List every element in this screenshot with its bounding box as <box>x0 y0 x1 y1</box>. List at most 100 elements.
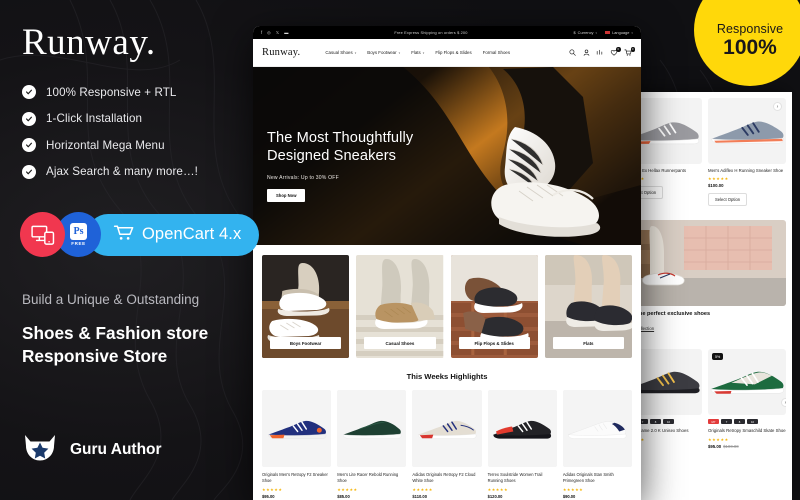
twitter-icon[interactable]: 𝕏 <box>276 30 279 35</box>
product-image <box>337 390 407 467</box>
nav-item-formal-shoes[interactable]: Formal Shoes <box>483 50 510 55</box>
check-icon <box>22 138 36 152</box>
size-swatch[interactable]: 10 <box>663 419 674 425</box>
product-card[interactable]: Adidas Originals Stan Smith Primegreen S… <box>562 390 633 499</box>
author-block: Guru Author <box>22 432 162 467</box>
product-image: 5% › <box>708 349 786 416</box>
feature-item: Ajax Search & many more…! <box>22 164 262 179</box>
tagline-subtitle: Build a Unique & Outstanding <box>22 292 200 307</box>
account-icon[interactable] <box>583 49 590 56</box>
currency-label: Currency <box>577 30 594 35</box>
feature-label: 1-Click Installation <box>46 112 143 125</box>
social-links[interactable]: f ◎ 𝕏 ▬ <box>261 30 288 35</box>
chevron-right-icon[interactable]: › <box>773 102 782 111</box>
nav-item-casual-shoes[interactable]: Casual Shoes ▾ <box>325 50 356 55</box>
chevron-down-icon: ▾ <box>398 50 401 55</box>
size-swatches[interactable]: M7 7 8 10 <box>708 419 786 425</box>
cart-icon[interactable]: 0 <box>624 47 635 56</box>
sale-badge: 5% <box>712 353 724 361</box>
currency-selector[interactable]: $ Currency ▾ <box>574 30 598 35</box>
size-swatch[interactable]: 10 <box>747 419 758 425</box>
shipping-message: Free Express Shipping on orders $ 200 <box>394 30 468 35</box>
feature-item: Horizontal Mega Menu <box>22 138 262 152</box>
nav-label: Boys Footwear <box>367 50 397 55</box>
responsive-devices-icon <box>20 212 65 257</box>
category-card-boys-footwear[interactable]: Boys Footwear <box>262 255 350 358</box>
banner-title: Pick the perfect exclusive shoes <box>624 311 711 318</box>
promo-banner: Runway. 100% Responsive + RTL 1-Click In… <box>0 0 800 500</box>
hero-title-line1: The Most Thoughtfully <box>267 130 414 146</box>
feature-item: 100% Responsive + RTL <box>22 85 262 99</box>
product-card[interactable]: Originals Men's Retropy F2 Sneaker Shoe … <box>262 390 332 499</box>
size-swatch[interactable]: 7 <box>721 419 732 425</box>
store-homepage-mockup: f ◎ 𝕏 ▬ Free Express Shipping on orders … <box>253 26 641 500</box>
size-swatch[interactable]: 8 <box>734 419 745 425</box>
search-icon[interactable] <box>569 49 576 56</box>
responsive-badge-value: 100% <box>723 36 777 60</box>
photoshop-free-label: FREE <box>71 241 86 247</box>
product-title: Adidas Originals Stan Smith Primegreen S… <box>562 472 614 484</box>
product-card[interactable]: Men's Lite Racer Rebold Running Shoe ★★★… <box>337 390 407 499</box>
check-icon <box>22 164 36 179</box>
responsive-badge-label: Responsive <box>716 22 784 37</box>
product-rating: ★★★★★ <box>562 486 584 492</box>
product-price: $90.00 <box>562 493 576 499</box>
hero-copy: The Most Thoughtfully Designed Sneakers … <box>267 129 413 202</box>
feature-label: Horizontal Mega Menu <box>46 138 165 152</box>
panel-product-card[interactable]: 5% › M7 7 8 10 <box>708 349 786 449</box>
product-title: Originals Retropy Smaschild Skate Shoe <box>708 428 786 434</box>
feature-list: 100% Responsive + RTL 1-Click Installati… <box>22 85 262 179</box>
wishlist-icon[interactable]: 0 <box>610 47 621 56</box>
site-logo[interactable]: Runway. <box>262 47 300 58</box>
promo-brand-title: Runway. <box>22 22 156 63</box>
product-image <box>562 390 633 467</box>
facebook-icon[interactable]: f <box>261 30 262 35</box>
feature-label: Ajax Search & many more…! <box>46 165 198 178</box>
product-card[interactable]: Terrex Soulstride Women Trail Running Sh… <box>487 390 557 499</box>
site-header: Runway. Casual Shoes ▾ Boys Footwear ▾ F… <box>253 39 641 67</box>
product-rating: ★★★★★ <box>337 486 358 492</box>
hero-title-line2: Designed Sneakers <box>267 148 397 165</box>
cat-star-logo <box>22 432 58 467</box>
chevron-down-icon: ▾ <box>631 30 633 35</box>
compare-icon[interactable] <box>596 49 603 56</box>
tagline-block: Build a Unique & Outstanding Shoes & Fas… <box>22 290 272 368</box>
panel-products-top: Womens Ex Hellax Runnerpants ★★★★★ Selec… <box>618 92 792 207</box>
secondary-store-panel: Womens Ex Hellax Runnerpants ★★★★★ Selec… <box>618 92 792 500</box>
nav-label: Flats <box>411 50 421 55</box>
promo-left-column: Runway. 100% Responsive + RTL 1-Click In… <box>22 24 262 191</box>
product-title: Originals Men's Retropy F2 Sneaker Shoe <box>262 472 328 484</box>
chevron-right-icon[interactable]: › <box>781 398 786 408</box>
author-name: Guru Author <box>70 440 162 458</box>
select-option-button[interactable]: Select Option <box>708 193 748 207</box>
shop-now-button[interactable]: Shop Now <box>267 188 306 202</box>
product-card[interactable]: Adidas Originals Retropy F2 Cloud White … <box>412 390 482 499</box>
platform-badges: Ps FREE OpenCart 4.x <box>20 212 260 257</box>
product-price: $95.00 $100.00 <box>708 444 786 449</box>
nav-item-flats[interactable]: Flats ▾ <box>411 50 424 55</box>
nav-item-boys-footwear[interactable]: Boys Footwear ▾ <box>367 50 400 55</box>
banner-image <box>624 220 786 307</box>
nav-label: Formal Shoes <box>482 50 511 55</box>
main-navigation: Casual Shoes ▾ Boys Footwear ▾ Flats ▾ F… <box>325 50 510 55</box>
product-rating: ★★★★★ <box>708 176 729 182</box>
panel-product-card[interactable]: › Men's Adiflex H Running Sneaker Shoe ★… <box>708 98 786 207</box>
language-selector[interactable]: Language ▾ <box>605 30 633 35</box>
category-card-casual-shoes[interactable]: Casual Shoes <box>356 255 444 358</box>
shopping-cart-icon <box>113 224 135 246</box>
category-cards: Boys Footwear Casual Shoes Flip Flops & … <box>253 245 641 358</box>
category-label: Boys Footwear <box>270 337 342 349</box>
nav-item-flip-flops-slides[interactable]: Flip Flops & Slides <box>435 50 471 55</box>
category-card-flats[interactable]: Flats <box>544 255 632 358</box>
size-swatch[interactable]: M7 <box>708 419 719 425</box>
size-swatch[interactable]: 8 <box>650 419 661 425</box>
tagline-title: Shoes & Fashion store Responsive Store <box>22 322 209 366</box>
feature-item: 1-Click Installation <box>22 111 262 126</box>
chevron-down-icon: ▾ <box>422 50 425 55</box>
panel-promo-banner[interactable]: Pick the perfect exclusive shoes Shop Co… <box>618 214 792 335</box>
product-title: Terrex Soulstride Women Trail Running Sh… <box>487 472 543 484</box>
instagram-icon[interactable]: ◎ <box>267 30 271 35</box>
product-price: $120.00 <box>487 493 503 499</box>
check-icon <box>22 111 36 126</box>
category-card-flip-flops-slides[interactable]: Flip Flops & Slides <box>450 255 538 358</box>
